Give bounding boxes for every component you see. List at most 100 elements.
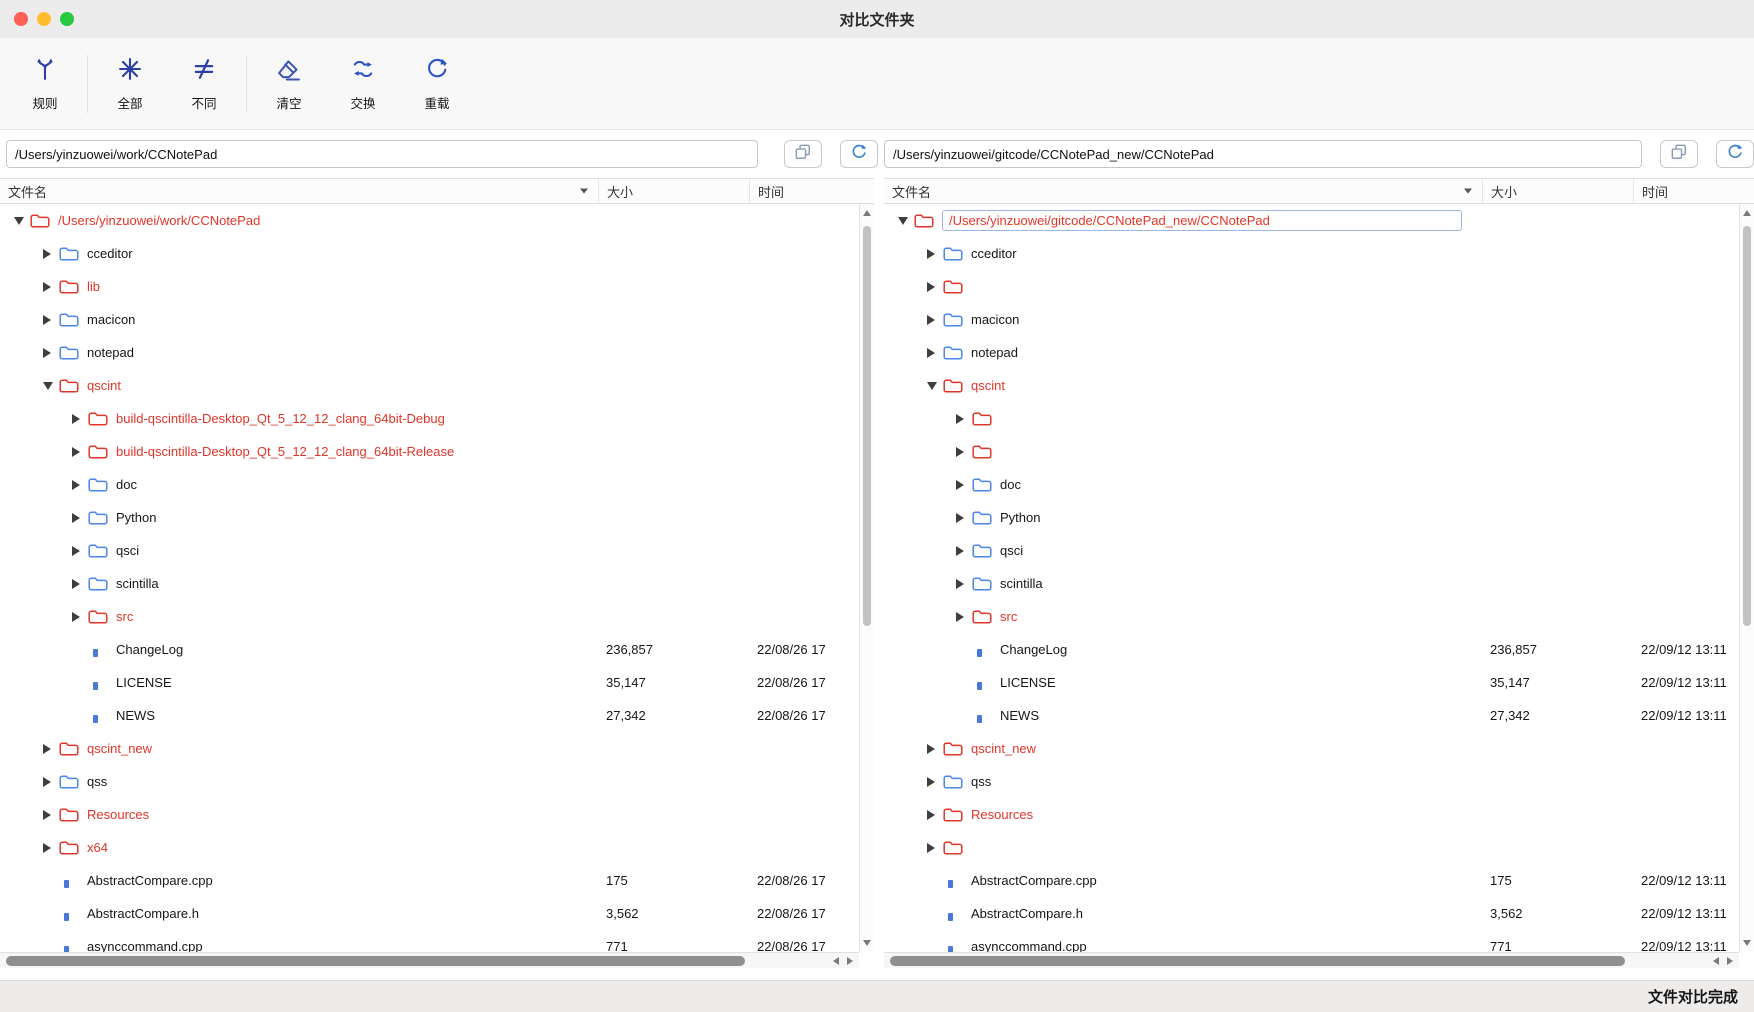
tree-row[interactable]: ChangeLog236,85722/09/12 13:11	[884, 633, 1739, 666]
expand-arrow-icon[interactable]	[43, 842, 59, 854]
tree-row[interactable]: qss	[0, 765, 859, 798]
expand-arrow-icon[interactable]	[43, 776, 59, 788]
expand-arrow-icon[interactable]	[956, 479, 972, 491]
scrollbar-thumb[interactable]	[1743, 226, 1751, 626]
toolbar-rules-button[interactable]: 规则	[8, 55, 82, 112]
expand-arrow-icon[interactable]	[43, 248, 59, 260]
column-header-size[interactable]: 大小	[1482, 179, 1633, 203]
tree-row[interactable]: LICENSE35,14722/09/12 13:11	[884, 666, 1739, 699]
left-refresh-button[interactable]	[840, 140, 878, 168]
tree-row[interactable]: AbstractCompare.h3,56222/09/12 13:11	[884, 897, 1739, 930]
expand-arrow-icon[interactable]	[43, 314, 59, 326]
scroll-right-icon[interactable]	[1727, 957, 1733, 965]
tree-row[interactable]: Python	[0, 501, 859, 534]
expand-arrow-icon[interactable]	[72, 611, 88, 623]
column-header-name[interactable]: 文件名	[884, 179, 1482, 203]
tree-row[interactable]: Resources	[0, 798, 859, 831]
row-name[interactable]: /Users/yinzuowei/gitcode/CCNotePad_new/C…	[942, 210, 1462, 231]
scroll-left-icon[interactable]	[833, 957, 839, 965]
tree-row[interactable]: x64	[0, 831, 859, 864]
expand-arrow-icon[interactable]	[72, 479, 88, 491]
tree-row[interactable]: ChangeLog236,85722/08/26 17:36	[0, 633, 859, 666]
tree-row[interactable]: build-qscintilla-Desktop_Qt_5_12_12_clan…	[0, 402, 859, 435]
toolbar-reload-button[interactable]: 重载	[400, 55, 474, 112]
tree-row[interactable]: AbstractCompare.cpp17522/08/26 17:36	[0, 864, 859, 897]
tree-row[interactable]: Resources	[884, 798, 1739, 831]
expand-arrow-icon[interactable]	[43, 347, 59, 359]
tree-row[interactable]: asynccommand.cpp77122/09/12 13:11	[884, 930, 1739, 952]
tree-row[interactable]: /Users/yinzuowei/work/CCNotePad	[0, 204, 859, 237]
expand-arrow-icon[interactable]	[927, 743, 943, 755]
left-horizontal-scrollbar[interactable]	[0, 952, 859, 968]
column-header-size[interactable]: 大小	[598, 179, 749, 203]
tree-row[interactable]: lib	[0, 270, 859, 303]
collapse-arrow-icon[interactable]	[898, 215, 914, 227]
tree-row[interactable]: doc	[884, 468, 1739, 501]
expand-arrow-icon[interactable]	[956, 446, 972, 458]
tree-row[interactable]: qscint_new	[0, 732, 859, 765]
expand-arrow-icon[interactable]	[927, 347, 943, 359]
scrollbar-thumb[interactable]	[6, 956, 745, 966]
tree-row[interactable]: qscint_new	[884, 732, 1739, 765]
expand-arrow-icon[interactable]	[956, 545, 972, 557]
tree-row[interactable]: AbstractCompare.h3,56222/08/26 17:36	[0, 897, 859, 930]
tree-row[interactable]: cceditor	[884, 237, 1739, 270]
tree-row[interactable]	[884, 435, 1739, 468]
collapse-arrow-icon[interactable]	[43, 380, 59, 392]
expand-arrow-icon[interactable]	[956, 512, 972, 524]
expand-arrow-icon[interactable]	[43, 281, 59, 293]
zoom-button[interactable]	[60, 12, 74, 26]
tree-row[interactable]: notepad	[0, 336, 859, 369]
expand-arrow-icon[interactable]	[72, 446, 88, 458]
scroll-up-icon[interactable]	[1743, 210, 1751, 216]
scroll-left-icon[interactable]	[1713, 957, 1719, 965]
expand-arrow-icon[interactable]	[72, 578, 88, 590]
tree-row[interactable]: scintilla	[0, 567, 859, 600]
collapse-arrow-icon[interactable]	[14, 215, 30, 227]
tree-row[interactable]: Python	[884, 501, 1739, 534]
minimize-button[interactable]	[37, 12, 51, 26]
tree-row[interactable]: src	[884, 600, 1739, 633]
collapse-arrow-icon[interactable]	[927, 380, 943, 392]
toolbar-diff-button[interactable]: 不同	[167, 55, 241, 112]
right-copy-path-button[interactable]	[1660, 140, 1698, 168]
scroll-right-icon[interactable]	[847, 957, 853, 965]
tree-row[interactable]: AbstractCompare.cpp17522/09/12 13:11	[884, 864, 1739, 897]
toolbar-clear-button[interactable]: 清空	[252, 55, 326, 112]
scroll-up-icon[interactable]	[863, 210, 871, 216]
tree-row[interactable]	[884, 270, 1739, 303]
expand-arrow-icon[interactable]	[43, 743, 59, 755]
left-vertical-scrollbar[interactable]	[859, 204, 874, 952]
expand-arrow-icon[interactable]	[956, 413, 972, 425]
column-header-name[interactable]: 文件名	[0, 179, 598, 203]
tree-row[interactable]: cceditor	[0, 237, 859, 270]
right-path-input[interactable]	[884, 140, 1642, 168]
column-header-time[interactable]: 时间	[1633, 179, 1754, 203]
tree-row[interactable]: qsci	[884, 534, 1739, 567]
tree-row[interactable]: src	[0, 600, 859, 633]
tree-row[interactable]: scintilla	[884, 567, 1739, 600]
expand-arrow-icon[interactable]	[72, 512, 88, 524]
scrollbar-thumb[interactable]	[890, 956, 1625, 966]
tree-row[interactable]: LICENSE35,14722/08/26 17:36	[0, 666, 859, 699]
tree-row[interactable]: qscint	[0, 369, 859, 402]
tree-row[interactable]: asynccommand.cpp77122/08/26 17:36	[0, 930, 859, 952]
expand-arrow-icon[interactable]	[43, 809, 59, 821]
tree-row[interactable]	[884, 831, 1739, 864]
tree-row[interactable]: NEWS27,34222/08/26 17:36	[0, 699, 859, 732]
expand-arrow-icon[interactable]	[927, 776, 943, 788]
scrollbar-thumb[interactable]	[863, 226, 871, 626]
right-vertical-scrollbar[interactable]	[1739, 204, 1754, 952]
expand-arrow-icon[interactable]	[927, 314, 943, 326]
expand-arrow-icon[interactable]	[72, 545, 88, 557]
tree-row[interactable]	[884, 402, 1739, 435]
expand-arrow-icon[interactable]	[927, 248, 943, 260]
tree-row[interactable]: /Users/yinzuowei/gitcode/CCNotePad_new/C…	[884, 204, 1739, 237]
tree-row[interactable]: qss	[884, 765, 1739, 798]
right-refresh-button[interactable]	[1716, 140, 1754, 168]
toolbar-swap-button[interactable]: 交换	[326, 55, 400, 112]
right-horizontal-scrollbar[interactable]	[884, 952, 1739, 968]
left-path-input[interactable]	[6, 140, 758, 168]
expand-arrow-icon[interactable]	[927, 281, 943, 293]
expand-arrow-icon[interactable]	[927, 809, 943, 821]
